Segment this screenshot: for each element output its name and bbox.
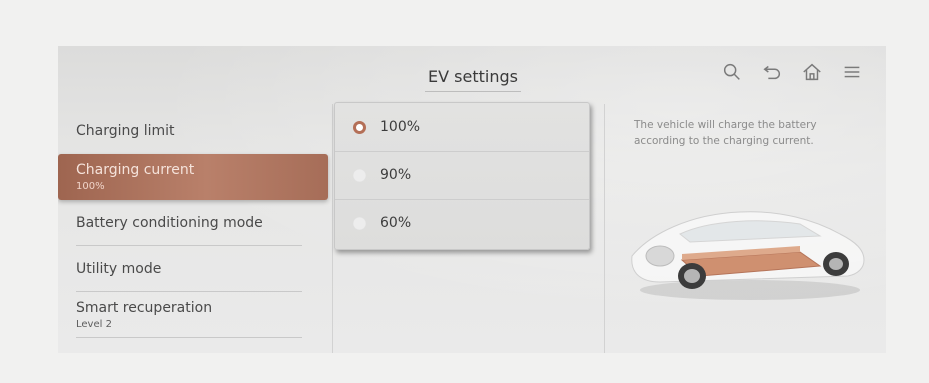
option-label: 60% — [380, 215, 412, 231]
menu-item-label: Charging limit — [76, 123, 175, 139]
car-battery-illustration — [631, 211, 865, 300]
page-title: EV settings — [428, 67, 518, 86]
menu-item-label: Battery conditioning mode — [76, 215, 263, 231]
menu-item-label: Smart recuperation — [76, 300, 213, 316]
menu-item-smart-recuperation[interactable]: Smart recuperation Level 2 — [58, 292, 330, 338]
radio-unselected-icon[interactable] — [353, 168, 366, 182]
title-underline — [425, 91, 521, 92]
radio-unselected-icon[interactable] — [353, 216, 366, 230]
option-label: 90% — [380, 167, 412, 183]
menu-item-value: Level 2 — [76, 319, 112, 330]
top-toolbar — [720, 60, 864, 84]
menu-item-charging-current[interactable]: Charging current 100% — [58, 154, 328, 200]
setting-description: The vehicle will charge the battery acco… — [634, 119, 817, 147]
option-90[interactable]: 90% — [335, 151, 589, 199]
menu-item-charging-limit[interactable]: Charging limit — [58, 108, 330, 154]
menu-item-value: 100% — [76, 181, 105, 192]
column-divider — [332, 104, 333, 353]
menu-item-battery-conditioning-mode[interactable]: Battery conditioning mode — [58, 200, 330, 246]
back-icon[interactable] — [760, 60, 784, 84]
search-icon[interactable] — [720, 60, 744, 84]
menu-item-utility-mode[interactable]: Utility mode — [58, 246, 330, 292]
home-icon[interactable] — [800, 60, 824, 84]
radio-selected-icon[interactable] — [353, 120, 366, 134]
column-divider — [604, 104, 605, 353]
ev-settings-screen: EV settings Charging limit Charging curr… — [58, 46, 886, 353]
option-100[interactable]: 100% — [335, 103, 589, 151]
option-60[interactable]: 60% — [335, 199, 589, 247]
option-label: 100% — [380, 119, 421, 135]
menu-item-label: Utility mode — [76, 261, 162, 277]
menu-item-label: Charging current — [76, 162, 195, 178]
menu-icon[interactable] — [840, 60, 864, 84]
charging-current-options: 100% 90% 60% — [334, 102, 590, 250]
settings-menu: Charging limit Charging current 100% Bat… — [58, 108, 330, 338]
